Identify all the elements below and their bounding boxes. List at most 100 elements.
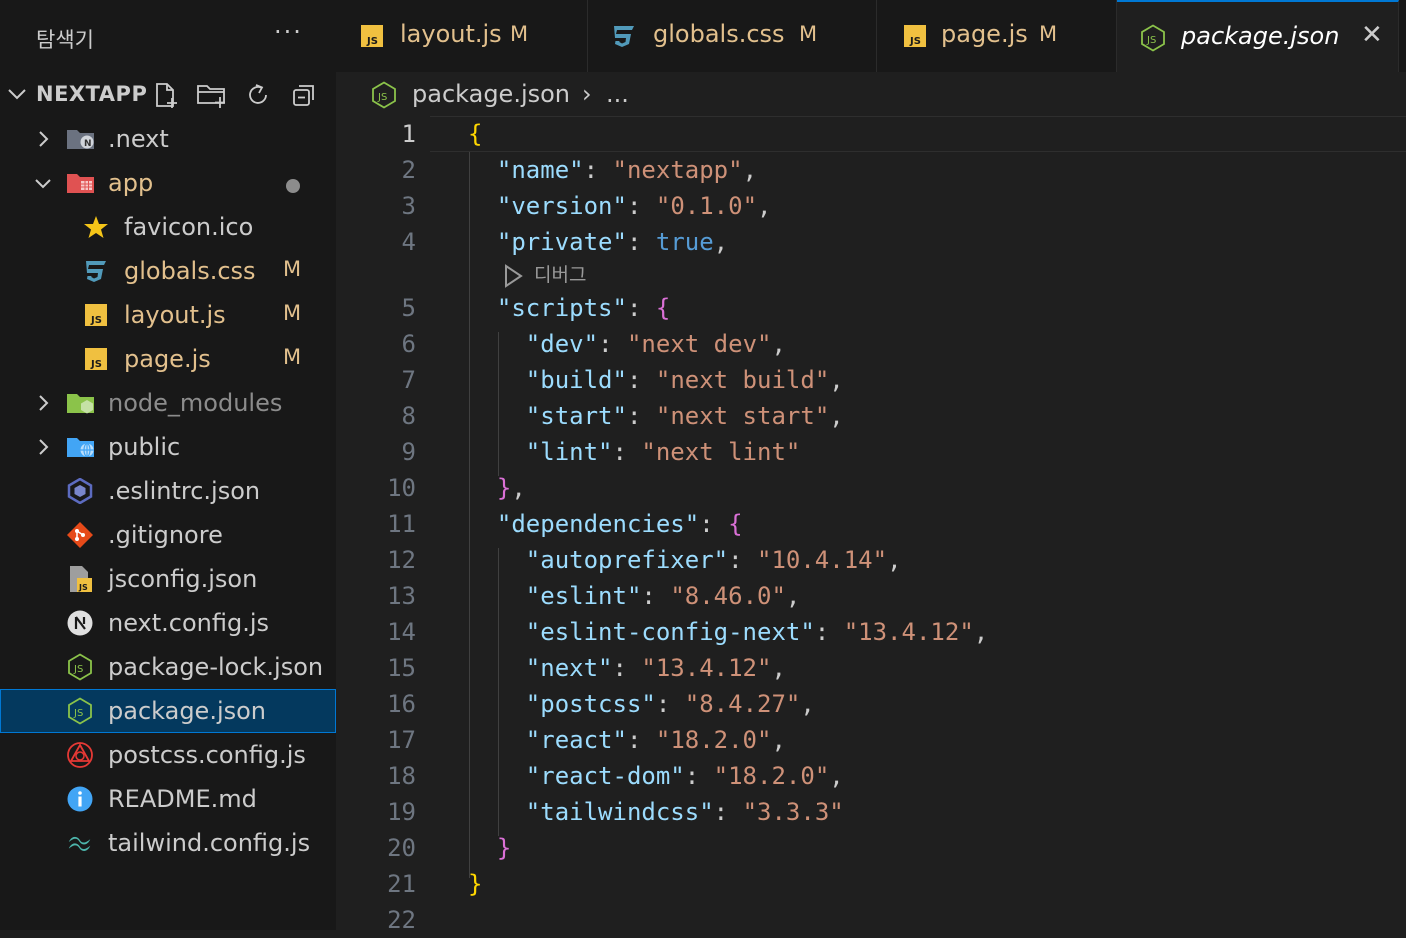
- line-number: 5: [401, 294, 416, 322]
- tree-item-layout-js[interactable]: JS layout.js M: [0, 293, 336, 337]
- explorer-header: 탐색기 ···: [0, 0, 336, 72]
- project-name: NEXTAPP: [36, 82, 148, 106]
- svg-text:JS: JS: [90, 359, 102, 370]
- tree-item-favicon[interactable]: favicon.ico: [0, 205, 336, 249]
- app-folder-icon: [66, 171, 94, 195]
- tab-globals-css[interactable]: globals.css M: [588, 0, 877, 72]
- code-text: }: [468, 870, 483, 898]
- breadcrumb-file[interactable]: package.json: [412, 80, 570, 108]
- tab-package-json[interactable]: JS package.json ✕: [1117, 0, 1399, 72]
- code-line: 20 }: [336, 830, 1406, 866]
- tree-item-label: postcss.config.js: [108, 741, 306, 769]
- tree-item-next-config[interactable]: next.config.js: [0, 601, 336, 645]
- chevron-right-icon: [33, 437, 53, 457]
- git-icon: [66, 522, 94, 548]
- modified-badge: M: [510, 22, 529, 46]
- code-line: 5 "scripts": {: [336, 290, 1406, 326]
- nodejs-icon: JS: [66, 697, 94, 725]
- project-header[interactable]: NEXTAPP: [0, 72, 336, 116]
- code-text: "postcss": "8.4.27",: [525, 690, 815, 718]
- tree-item-app-folder[interactable]: app: [0, 161, 336, 205]
- line-number: 16: [387, 690, 416, 718]
- tree-item-globals-css[interactable]: globals.css M: [0, 249, 336, 293]
- breadcrumb-more[interactable]: ...: [606, 80, 629, 108]
- code-text: "scripts": {: [496, 294, 671, 322]
- tree-item-package-json[interactable]: JS package.json: [0, 689, 336, 733]
- code-line: 15 "next": "13.4.12",: [336, 650, 1406, 686]
- close-icon[interactable]: ✕: [1361, 20, 1383, 50]
- tree-item-tailwind-config[interactable]: tailwind.config.js: [0, 821, 336, 865]
- modified-badge: M: [799, 22, 818, 46]
- tree-item-jsconfig[interactable]: JS jsconfig.json: [0, 557, 336, 601]
- modified-badge: M: [283, 257, 302, 281]
- tree-item-label: jsconfig.json: [108, 565, 258, 593]
- code-line: 4 "private": true,: [336, 224, 1406, 260]
- chevron-right-icon: [33, 393, 53, 413]
- nodejs-icon: JS: [1139, 24, 1167, 52]
- tree-item-label: .next: [108, 125, 169, 153]
- tree-item-next-folder[interactable]: N .next: [0, 117, 336, 161]
- line-number: 17: [387, 726, 416, 754]
- tree-item-eslintrc[interactable]: .eslintrc.json: [0, 469, 336, 513]
- line-number: 18: [387, 762, 416, 790]
- js-icon: JS: [358, 22, 386, 50]
- svg-text:JS: JS: [73, 708, 83, 719]
- css-icon: [82, 259, 110, 283]
- line-number: 2: [401, 156, 416, 184]
- tree-item-postcss-config[interactable]: postcss.config.js: [0, 733, 336, 777]
- svg-text:JS: JS: [90, 315, 102, 326]
- line-number: 15: [387, 654, 416, 682]
- code-line: 12 "autoprefixer": "10.4.14",: [336, 542, 1406, 578]
- code-text: "tailwindcss": "3.3.3": [525, 798, 844, 826]
- tree-item-readme[interactable]: README.md: [0, 777, 336, 821]
- chevron-down-icon: [33, 173, 53, 193]
- code-text: }: [496, 834, 512, 862]
- code-text: "dependencies": {: [496, 510, 743, 538]
- tab-page-js[interactable]: JS page.js M: [877, 0, 1117, 72]
- tree-item-label: public: [108, 433, 181, 461]
- editor-tabs: JS layout.js M globals.css M JS page.js …: [336, 0, 1406, 72]
- line-number: 7: [401, 366, 416, 394]
- node-folder-icon: [66, 391, 94, 415]
- info-icon: [66, 786, 94, 812]
- tree-item-gitignore[interactable]: .gitignore: [0, 513, 336, 557]
- code-text: "eslint-config-next": "13.4.12",: [525, 618, 989, 646]
- new-folder-icon[interactable]: [196, 80, 228, 110]
- line-number: 3: [401, 192, 416, 220]
- tree-item-label: page.js: [124, 345, 211, 373]
- tree-item-label: package.json: [108, 697, 267, 725]
- tree-item-package-lock[interactable]: JS package-lock.json: [0, 645, 336, 689]
- tree-item-node-modules[interactable]: node_modules: [0, 381, 336, 425]
- svg-text:JS: JS: [78, 583, 88, 592]
- more-actions-icon[interactable]: ···: [274, 18, 303, 46]
- tree-item-page-js[interactable]: JS page.js M: [0, 337, 336, 381]
- line-number: 20: [387, 834, 416, 862]
- modified-badge: M: [1039, 22, 1058, 46]
- tab-layout-js[interactable]: JS layout.js M: [336, 0, 588, 72]
- svg-text:JS: JS: [909, 36, 921, 47]
- js-icon: JS: [82, 303, 110, 327]
- code-text: "autoprefixer": "10.4.14",: [525, 546, 902, 574]
- js-icon: JS: [901, 22, 929, 50]
- public-folder-icon: [66, 435, 94, 459]
- code-editor[interactable]: 디버그 1{ 2 "name": "nextapp", 3 "version":…: [336, 116, 1406, 934]
- explorer-title: 탐색기: [36, 28, 94, 52]
- breadcrumb: JS package.json › ...: [336, 72, 1406, 116]
- tree-item-label: layout.js: [124, 301, 226, 329]
- code-line: 13 "eslint": "8.46.0",: [336, 578, 1406, 614]
- code-text: "version": "0.1.0",: [496, 192, 772, 220]
- line-number: 9: [401, 438, 416, 466]
- code-text: "eslint": "8.46.0",: [525, 582, 801, 610]
- svg-text:JS: JS: [1146, 35, 1156, 46]
- new-file-icon[interactable]: [150, 80, 182, 110]
- modified-dot: [286, 179, 300, 193]
- code-line: 7 "build": "next build",: [336, 362, 1406, 398]
- refresh-icon[interactable]: [242, 80, 274, 110]
- tree-item-label: .eslintrc.json: [108, 477, 261, 505]
- modified-badge: M: [283, 301, 302, 325]
- line-number: 12: [387, 546, 416, 574]
- collapse-all-icon[interactable]: [288, 80, 320, 110]
- jsconfig-icon: JS: [66, 566, 94, 592]
- tree-item-public[interactable]: public: [0, 425, 336, 469]
- file-tree: N .next app favicon.ico globals.css M JS…: [0, 117, 336, 865]
